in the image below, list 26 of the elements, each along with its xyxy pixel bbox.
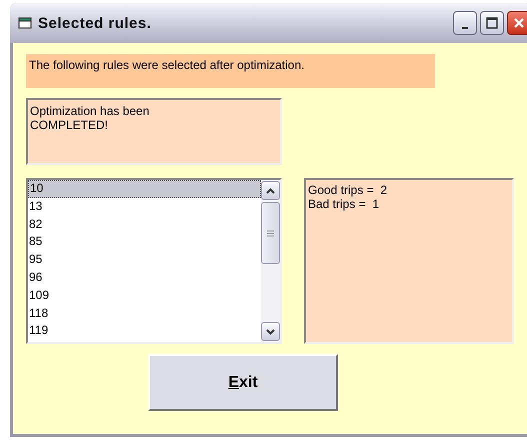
minimize-button[interactable] [453,11,477,35]
window-icon [18,17,32,29]
header-label: The following rules were selected after optimization. [26,54,435,88]
list-item[interactable]: 10 [28,180,261,198]
list-item[interactable]: 118 [28,304,261,322]
close-button[interactable] [507,11,527,35]
scroll-thumb[interactable] [261,202,280,264]
scroll-down-button[interactable] [261,322,280,341]
exit-button[interactable]: Exit [148,354,338,411]
maximize-button[interactable] [480,11,504,35]
results-box: Good trips = 2 Bad trips = 1 [304,178,514,344]
status-box: Optimization has been COMPLETED! [26,98,282,165]
list-item[interactable]: 95 [28,251,261,269]
list-item[interactable]: 13 [28,198,261,216]
rules-listbox[interactable]: 10 13 82 85 95 96 109 118 119 [26,178,282,344]
minimize-icon [462,27,468,29]
list-item[interactable]: 96 [28,268,261,287]
list-item[interactable]: 109 [28,286,261,305]
scroll-up-button[interactable] [261,181,280,200]
grip-icon [267,230,274,236]
maximize-icon [486,17,498,29]
list-item[interactable]: 119 [28,322,261,340]
list-item[interactable]: 85 [28,233,261,252]
list-item[interactable]: 82 [28,216,261,234]
close-icon [513,17,525,29]
window-title: Selected rules. [38,14,152,32]
